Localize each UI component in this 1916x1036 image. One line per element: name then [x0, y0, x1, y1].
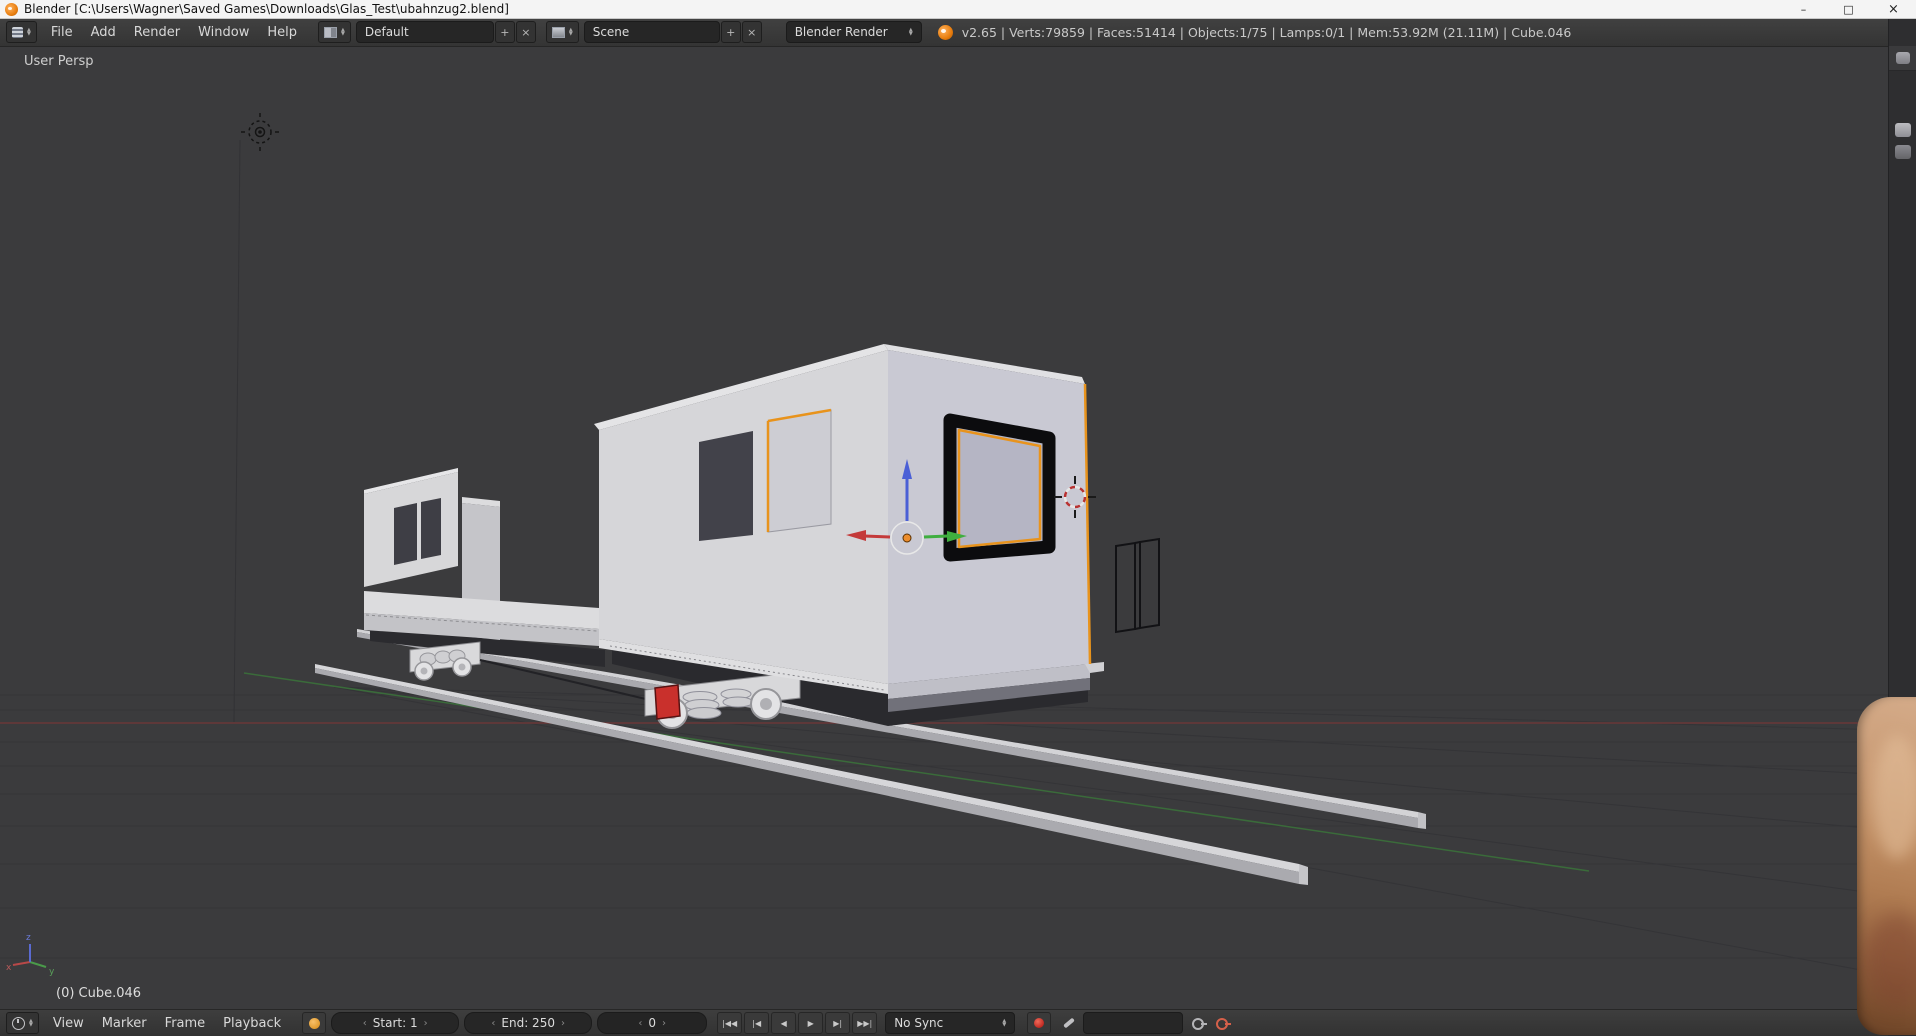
screen-layout-field[interactable]: Default [356, 21, 494, 43]
keying-set-field[interactable] [1083, 1012, 1183, 1034]
photo-highlight [1873, 735, 1916, 859]
window-title: Blender [C:\Users\Wagner\Saved Games\Dow… [24, 2, 509, 16]
front-window-frame [950, 420, 1049, 555]
blender-app-icon [5, 3, 18, 16]
info-header: ▲▼ File Add Render Window Help ▲▼ Defaul… [0, 18, 1888, 47]
playback-controls: |◀◀ |◀ ◀ ▶ ▶| ▶▶| [717, 1012, 877, 1034]
current-frame-field[interactable]: ‹ 0 › [597, 1012, 707, 1034]
menu-add[interactable]: Add [82, 25, 125, 40]
chevron-updown-icon: ▲▼ [569, 28, 573, 36]
editor-type-icon[interactable] [1896, 52, 1910, 64]
add-layout-button[interactable]: + [495, 21, 515, 43]
play-reverse-button[interactable]: ◀ [771, 1012, 796, 1034]
scene-field[interactable]: Scene [584, 21, 720, 43]
end-frame-field[interactable]: ‹ End: 250 › [464, 1012, 592, 1034]
next-keyframe-button[interactable]: ▶| [825, 1012, 850, 1034]
menu-view[interactable]: View [44, 1016, 93, 1031]
increment-arrow-icon[interactable]: › [662, 1018, 666, 1029]
increment-arrow-icon[interactable]: › [561, 1018, 565, 1029]
3d-viewport[interactable]: x y z [0, 46, 1888, 1009]
scene-statistics: v2.65 | Verts:79859 | Faces:51414 | Obje… [962, 25, 1572, 40]
prev-keyframe-button[interactable]: |◀ [744, 1012, 769, 1034]
decrement-arrow-icon[interactable]: ‹ [491, 1018, 495, 1029]
chevron-updown-icon: ▲▼ [29, 1019, 33, 1027]
chevron-updown-icon: ▲▼ [27, 28, 31, 36]
menu-help[interactable]: Help [258, 25, 306, 40]
menu-render[interactable]: Render [125, 25, 189, 40]
add-scene-button[interactable]: + [721, 21, 741, 43]
maximize-button[interactable]: □ [1826, 0, 1871, 18]
cab-window [394, 503, 417, 565]
insert-keyframe-icon[interactable] [1191, 1015, 1207, 1031]
jump-to-end-button[interactable]: ▶▶| [852, 1012, 877, 1034]
menu-frame[interactable]: Frame [156, 1016, 215, 1031]
info-editor-icon [12, 27, 23, 38]
timeline-editor-icon [12, 1017, 25, 1030]
cab-window [421, 498, 441, 559]
menu-marker[interactable]: Marker [93, 1016, 156, 1031]
screen-layout-icon [324, 27, 337, 38]
view-mode-label: User Persp [24, 54, 94, 69]
play-button[interactable]: ▶ [798, 1012, 823, 1034]
menu-file[interactable]: File [42, 25, 82, 40]
axis-label-y: y [49, 967, 55, 977]
photo-shadow [1865, 913, 1916, 1009]
timeline-header: ▲▼ View Marker Frame Playback ‹ Start: 1… [0, 1009, 1888, 1036]
active-object-label: (0) Cube.046 [56, 986, 141, 1001]
properties-tab-icon[interactable] [1895, 123, 1911, 137]
menu-playback[interactable]: Playback [214, 1016, 290, 1031]
properties-header-sliver[interactable] [1889, 46, 1916, 71]
scene-icon-button[interactable]: ▲▼ [546, 21, 579, 43]
axis-label-x: x [6, 963, 12, 973]
screen-layout-icon-button[interactable]: ▲▼ [318, 21, 351, 43]
remove-scene-button[interactable]: × [742, 21, 762, 43]
preview-range-icon [309, 1018, 320, 1029]
scene-icon [552, 27, 565, 38]
side-window-glass-selected [768, 410, 831, 532]
increment-arrow-icon[interactable]: › [424, 1018, 428, 1029]
editor-type-selector[interactable]: ▲▼ [6, 21, 37, 43]
minimize-button[interactable]: – [1781, 0, 1826, 18]
axis-label-z: z [26, 933, 31, 943]
keying-pencil-icon[interactable] [1063, 1018, 1075, 1029]
red-buffer [655, 685, 680, 719]
preview-range-button[interactable] [302, 1012, 326, 1034]
jump-to-start-button[interactable]: |◀◀ [717, 1012, 742, 1034]
decrement-arrow-icon[interactable]: ‹ [363, 1018, 367, 1029]
object-origin [903, 534, 911, 542]
record-icon [1034, 1018, 1044, 1028]
side-window-opening [699, 431, 753, 541]
av-sync-select[interactable]: No Sync ▲▼ [885, 1012, 1015, 1034]
auto-keyframe-button[interactable] [1027, 1012, 1051, 1034]
chevron-updown-icon: ▲▼ [1002, 1019, 1006, 1027]
close-button[interactable]: × [1871, 0, 1916, 18]
start-frame-field[interactable]: ‹ Start: 1 › [331, 1012, 459, 1034]
editor-type-selector[interactable]: ▲▼ [6, 1012, 39, 1034]
blender-logo-icon [938, 25, 953, 40]
chevron-updown-icon: ▲▼ [341, 28, 345, 36]
render-engine-select[interactable]: Blender Render ▲▼ [786, 21, 922, 43]
chevron-updown-icon: ▲▼ [909, 28, 913, 36]
menu-window[interactable]: Window [189, 25, 258, 40]
remove-layout-button[interactable]: × [516, 21, 536, 43]
titlebar: Blender [C:\Users\Wagner\Saved Games\Dow… [0, 0, 1916, 19]
delete-keyframe-icon[interactable] [1215, 1015, 1231, 1031]
background-photo-fragment [1857, 697, 1916, 1035]
properties-tab-icon[interactable] [1895, 145, 1911, 159]
decrement-arrow-icon[interactable]: ‹ [638, 1018, 642, 1029]
